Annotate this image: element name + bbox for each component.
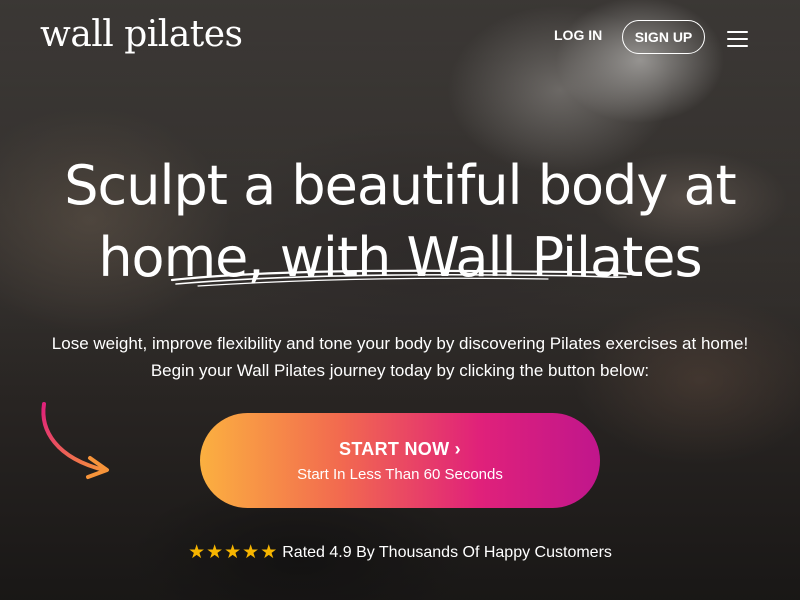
signup-button[interactable]: SIGN UP: [622, 20, 705, 54]
rating-bar: ★★★★★ Rated 4.9 By Thousands Of Happy Cu…: [0, 541, 800, 564]
start-now-button[interactable]: START NOW › Start In Less Than 60 Second…: [200, 413, 600, 508]
hamburger-menu-icon[interactable]: [727, 31, 748, 47]
login-link[interactable]: LOG IN: [554, 27, 602, 43]
start-now-sublabel: Start In Less Than 60 Seconds: [297, 465, 503, 483]
hero-overlay: [0, 0, 800, 600]
scribble-underline-icon: [170, 269, 632, 287]
start-now-label: START NOW ›: [339, 438, 461, 459]
headline-line-1: Sculpt a beautiful body at: [64, 154, 736, 217]
star-rating-icons: ★★★★★: [188, 542, 279, 563]
site-header: wall pilates LOG IN SIGN UP: [0, 0, 800, 76]
hero-subtitle: Lose weight, improve flexibility and ton…: [51, 334, 749, 380]
curved-arrow-icon: [41, 402, 109, 479]
rating-text: Rated 4.9 By Thousands Of Happy Customer…: [282, 543, 612, 561]
hero-section: wall pilates LOG IN SIGN UP Sculpt a bea…: [0, 0, 800, 600]
site-logo[interactable]: wall pilates: [40, 14, 243, 55]
